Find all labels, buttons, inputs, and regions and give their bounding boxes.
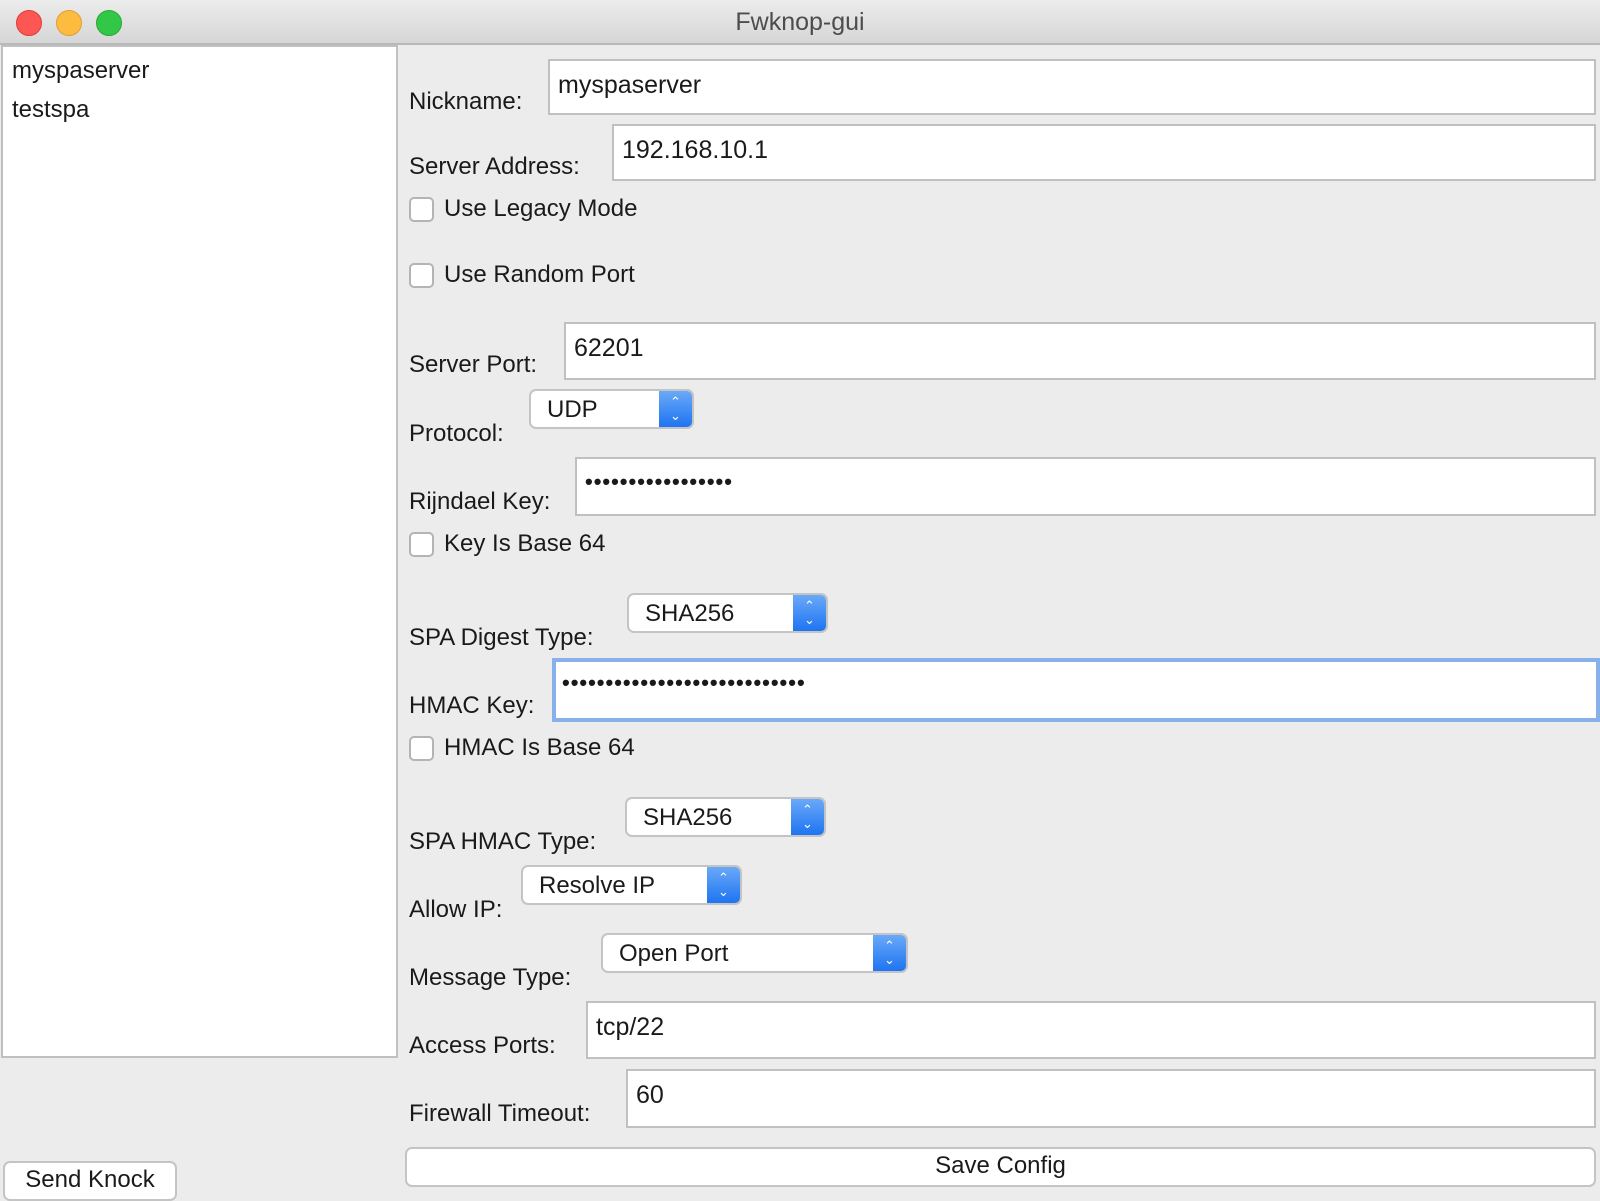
checkbox-box[interactable] [409, 735, 434, 761]
server-list-item[interactable]: myspaserver [3, 47, 396, 86]
select-arrows-icon: ⌃ ⌄ [791, 799, 824, 835]
hmac-is-base64-label: HMAC Is Base 64 [444, 734, 635, 761]
server-port-label: Server Port: [409, 351, 538, 378]
hmac-key-label: HMAC Key: [409, 692, 535, 719]
server-port-input[interactable]: 62201 [564, 322, 1596, 380]
hmac-is-base64-checkbox[interactable]: HMAC Is Base 64 [409, 734, 635, 762]
use-legacy-mode-label: Use Legacy Mode [444, 195, 638, 222]
send-knock-button[interactable]: Send Knock [3, 1161, 177, 1201]
spa-digest-type-value: SHA256 [645, 600, 735, 627]
allow-ip-label: Allow IP: [409, 896, 503, 923]
use-legacy-mode-checkbox[interactable]: Use Legacy Mode [409, 195, 637, 223]
message-type-value: Open Port [619, 940, 729, 967]
select-arrows-icon: ⌃ ⌄ [793, 595, 826, 631]
key-is-base64-label: Key Is Base 64 [444, 530, 606, 557]
save-config-button[interactable]: Save Config [405, 1147, 1596, 1187]
rijndael-key-input[interactable]: ••••••••••••••••• [575, 457, 1596, 516]
window-title: Fwknop-gui [735, 8, 865, 36]
spa-digest-type-label: SPA Digest Type: [409, 624, 594, 651]
spa-hmac-type-label: SPA HMAC Type: [409, 828, 597, 855]
protocol-value: UDP [547, 396, 598, 423]
checkbox-box[interactable] [409, 196, 434, 222]
spa-digest-type-select[interactable]: SHA256 ⌃ ⌄ [627, 593, 828, 633]
message-type-select[interactable]: Open Port ⌃ ⌄ [601, 933, 908, 973]
select-arrows-icon: ⌃ ⌄ [659, 391, 692, 427]
access-ports-input[interactable]: tcp/22 [586, 1001, 1596, 1059]
server-address-label: Server Address: [409, 153, 580, 180]
protocol-label: Protocol: [409, 420, 504, 447]
checkbox-box[interactable] [409, 262, 434, 288]
spa-hmac-type-select[interactable]: SHA256 ⌃ ⌄ [625, 797, 826, 837]
server-address-input[interactable]: 192.168.10.1 [612, 124, 1596, 181]
use-random-port-label: Use Random Port [444, 261, 635, 288]
hmac-key-value: •••••••••••••••••••••••••••• [562, 670, 806, 695]
access-ports-label: Access Ports: [409, 1032, 556, 1059]
use-random-port-checkbox[interactable]: Use Random Port [409, 261, 635, 289]
spa-hmac-type-value: SHA256 [643, 804, 733, 831]
firewall-timeout-label: Firewall Timeout: [409, 1100, 591, 1127]
message-type-label: Message Type: [409, 964, 572, 991]
nickname-label: Nickname: [409, 88, 523, 115]
firewall-timeout-input[interactable]: 60 [626, 1069, 1596, 1128]
key-is-base64-checkbox[interactable]: Key Is Base 64 [409, 530, 605, 558]
select-arrows-icon: ⌃ ⌄ [873, 935, 906, 971]
allow-ip-select[interactable]: Resolve IP ⌃ ⌄ [521, 865, 742, 905]
rijndael-key-label: Rijndael Key: [409, 488, 551, 515]
hmac-key-input[interactable]: •••••••••••••••••••••••••••• [552, 658, 1600, 722]
allow-ip-value: Resolve IP [539, 872, 656, 899]
server-list-item[interactable]: testspa [3, 86, 396, 125]
title-bar: Fwknop-gui [0, 0, 1600, 45]
server-list[interactable]: myspaserver testspa [1, 45, 398, 1058]
checkbox-box[interactable] [409, 531, 434, 557]
nickname-input[interactable]: myspaserver [548, 59, 1596, 115]
protocol-select[interactable]: UDP ⌃ ⌄ [529, 389, 694, 429]
select-arrows-icon: ⌃ ⌄ [707, 867, 740, 903]
